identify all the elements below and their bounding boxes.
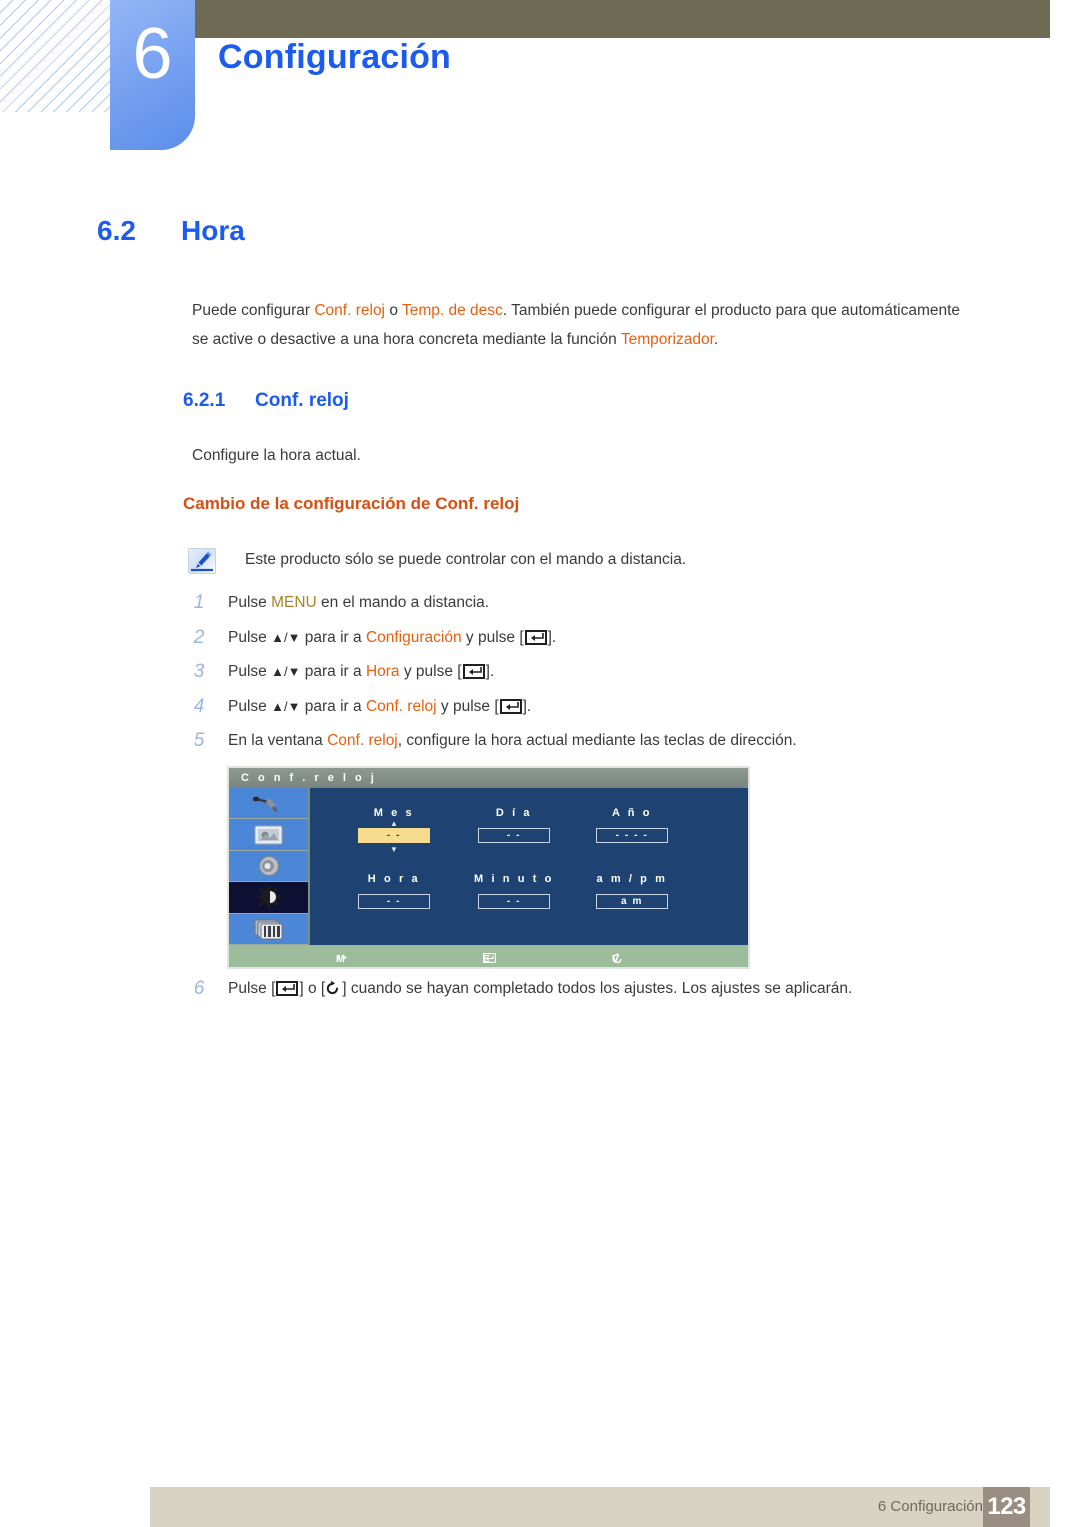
osd-sound-speaker-icon[interactable] [229,850,308,883]
step-3: 3 Pulse ▲/▼ para ir a Hora y pulse []. [188,657,978,692]
chapter-number: 6 [132,14,173,94]
step-text: Pulse ▲/▼ para ir a Conf. reloj y pulse … [228,697,532,715]
osd-picture-icon[interactable] [229,819,308,851]
osd-screenshot: C o n f . r e l o j M e s D í a A ñ o ▲ … [227,766,750,1025]
chapter-title: Configuración [218,38,452,76]
note-block: Este producto sólo se puede controlar co… [188,545,968,579]
osd-footer-bar: M o v e r E n t r a r V o l v e r [229,945,748,1025]
procedure-steps: 1 Pulse MENU en el mando a distancia. 2 … [188,588,978,761]
updown-arrows-icon: ▲/▼ [271,629,301,645]
step-6: 6 Pulse [] o [] cuando se hayan completa… [188,974,988,1009]
step-number: 6 [193,978,205,999]
osd-input-source-icon[interactable] [229,788,308,820]
subsection-description: Configure la hora actual. [192,447,361,464]
subsection-title: Conf. reloj [255,390,349,411]
enter-key-icon [276,981,299,996]
osd-main-panel: M e s D í a A ñ o ▲ - - ▼ - - - - - - H … [310,788,748,945]
section-title: Hora [181,215,245,246]
step-number: 1 [193,592,205,613]
step-text: En la ventana Conf. reloj, configure la … [228,732,797,749]
step-number: 4 [193,695,205,717]
osd-field-minuto[interactable]: - - [478,894,550,909]
note-pencil-icon [188,548,216,574]
step-number: 5 [193,730,205,751]
section-heading: 6.2 Hora [97,215,245,247]
return-arrow-icon [326,977,341,995]
step-text: Pulse [] o [] cuando se hayan completado… [228,974,852,1004]
updown-arrows-icon: ▲/▼ [271,698,301,714]
osd-setup-gear-icon[interactable] [229,882,308,914]
osd-title-bar: C o n f . r e l o j [229,768,748,788]
section-number: 6.2 [97,215,136,246]
footer-page-number: 123 [983,1487,1030,1527]
subsection-heading: 6.2.1 Conf. reloj [183,390,349,412]
header-olive-bar [195,0,1050,38]
section-intro-paragraph: Puede configurar Conf. reloj o Temp. de … [192,296,962,354]
osd-label-mes: M e s [373,807,415,819]
intro-suffix: . [713,331,719,348]
osd-multi-display-icon[interactable] [229,913,308,945]
osd-field-hora[interactable]: - - [358,894,430,909]
osd-field-ano[interactable]: - - - - [596,828,668,843]
menu-key-label: MENU [271,594,317,611]
intro-term-temp-desc: Temp. de desc [401,302,503,319]
subsection-number: 6.2.1 [183,390,226,411]
osd-sidebar [229,788,310,945]
osd-label-ano: A ñ o [611,807,653,819]
enter-key-icon [524,629,547,645]
step-text: Pulse ▲/▼ para ir a Hora y pulse []. [228,663,495,680]
step-number: 2 [193,626,205,648]
note-text: Este producto sólo se puede controlar co… [245,551,687,568]
osd-body: M e s D í a A ñ o ▲ - - ▼ - - - - - - H … [229,788,748,945]
step-4: 4 Pulse ▲/▼ para ir a Conf. reloj y puls… [188,692,978,727]
decorative-hatch-pattern [0,0,118,112]
enter-key-icon [462,664,485,679]
enter-key-icon [499,698,522,714]
intro-mid-1: o [385,302,402,319]
step-1: 1 Pulse MENU en el mando a distancia. [188,588,978,623]
osd-field-dia[interactable]: - - [478,828,550,843]
chapter-tab: 6 [110,0,195,150]
intro-term-temporizador: Temporizador [620,331,714,348]
step-2: 2 Pulse ▲/▼ para ir a Configuración y pu… [188,623,978,658]
step-number: 3 [193,661,205,682]
osd-label-hora: H o r a [367,873,421,885]
osd-field-ampm[interactable]: a m [596,894,668,909]
step-5: 5 En la ventana Conf. reloj, configure l… [188,726,978,761]
osd-caret-up-icon: ▲ [390,819,398,828]
osd-caret-down-icon: ▼ [390,845,398,854]
osd-label-ampm: a m / p m [596,873,668,885]
osd-label-dia: D í a [495,807,533,819]
osd-field-mes[interactable]: - - [358,828,430,843]
osd-label-minuto: M i n u t o [474,873,554,885]
procedure-heading: Cambio de la configuración de Conf. relo… [183,494,520,513]
document-page: 6 Configuración 6.2 Hora Puede configurar… [0,0,1080,1527]
step-text: Pulse MENU en el mando a distancia. [228,594,490,611]
updown-arrows-icon: ▲/▼ [271,664,301,679]
page-footer-bar: 6 Configuración 123 [150,1487,1050,1527]
intro-prefix: Puede configurar [192,302,315,319]
intro-term-conf-reloj: Conf. reloj [314,302,386,319]
step-text: Pulse ▲/▼ para ir a Configuración y puls… [228,628,557,646]
footer-chapter-label: 6 Configuración [877,1498,983,1515]
